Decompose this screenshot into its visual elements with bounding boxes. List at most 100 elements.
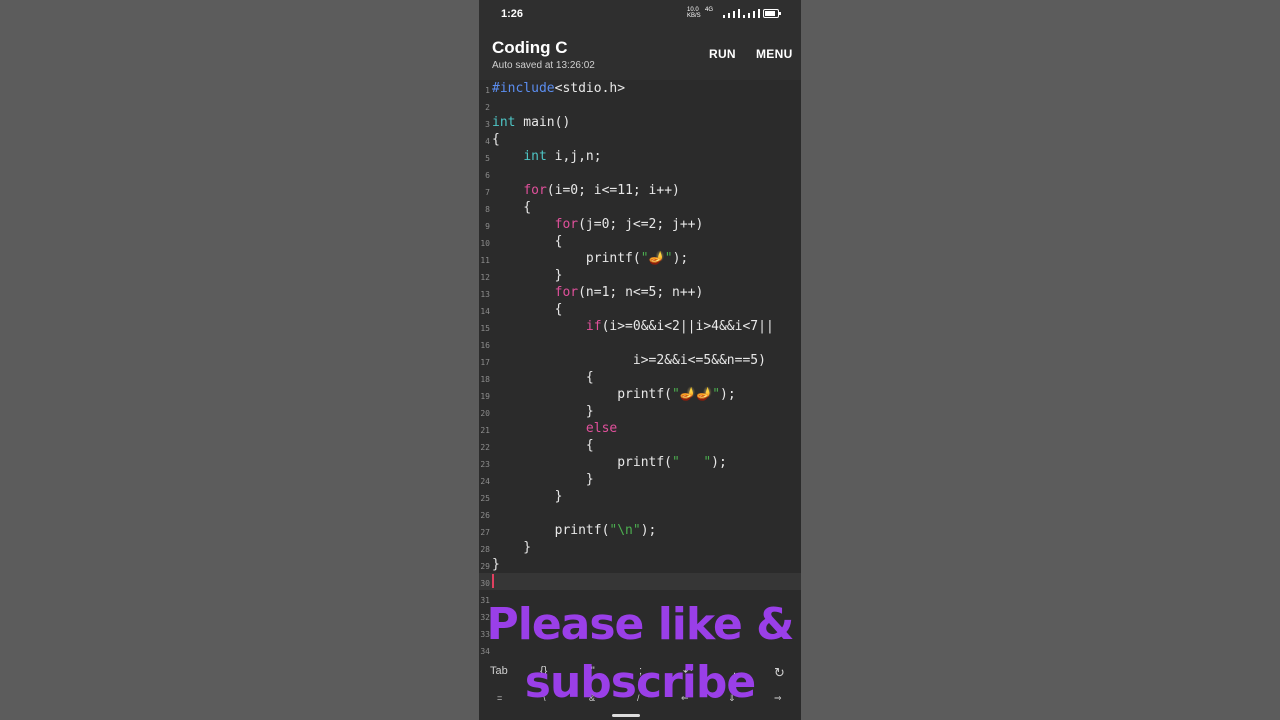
code-line[interactable]: 14 { — [479, 301, 801, 318]
line-number: 15 — [480, 324, 490, 333]
line-number: 12 — [480, 273, 490, 282]
code-line[interactable]: 10 { — [479, 233, 801, 250]
slash-key[interactable]: / — [637, 693, 640, 703]
quotes-key[interactable]: "" — [587, 665, 595, 677]
line-number: 18 — [480, 375, 490, 384]
gesture-handle — [612, 714, 640, 717]
code-token: ); — [711, 455, 727, 470]
code-token: printf( — [492, 523, 610, 538]
string-token: "\n" — [609, 523, 641, 538]
network-type: 4G — [705, 7, 714, 13]
code-token: printf( — [492, 387, 673, 402]
phone-screen: 1:26 10.0 KB/S 4G Coding C Auto saved at… — [479, 0, 801, 720]
undo-icon[interactable]: ↶ — [683, 665, 692, 678]
code-text: } — [492, 404, 594, 419]
type-token: int — [523, 149, 547, 164]
string-token: " " — [672, 455, 712, 470]
line-number: 17 — [480, 358, 490, 367]
code-token: (j=0; j<=2; j++) — [578, 217, 704, 232]
code-line[interactable]: 9 for(j=0; j<=2; j++) — [479, 216, 801, 233]
arrow-down-icon[interactable]: ⇓ — [728, 693, 736, 704]
code-line[interactable]: 24 } — [479, 471, 801, 488]
status-time: 1:26 — [501, 8, 524, 20]
code-line[interactable]: 2 — [479, 97, 801, 114]
code-line[interactable]: 28 } — [479, 539, 801, 556]
code-token: ); — [672, 251, 689, 266]
code-line[interactable]: 16 — [479, 335, 801, 352]
code-line[interactable]: 7 for(i=0; i<=11; i++) — [479, 182, 801, 199]
code-line[interactable]: 17 i>=2&&i<=5&&n==5) — [479, 352, 801, 369]
code-line[interactable]: 3 int main() — [479, 114, 801, 131]
code-line-current[interactable]: 30 — [479, 573, 801, 590]
code-line[interactable]: 21 else — [479, 420, 801, 437]
arrow-right-icon[interactable]: ⇒ — [774, 693, 782, 704]
string-token: " — [664, 251, 673, 266]
keyword-token: for — [554, 217, 579, 232]
line-number: 11 — [480, 256, 490, 265]
code-token: main() — [515, 115, 571, 130]
code-text: { — [492, 234, 563, 249]
code-text: } — [492, 268, 563, 283]
code-line[interactable]: 1 #include<stdio.h> — [479, 80, 801, 97]
code-line[interactable]: 15 if(i>=0&&i<2||i>4&&i<7|| — [479, 318, 801, 335]
line-number: 24 — [480, 477, 490, 486]
semicolon-key[interactable]: ; — [639, 665, 642, 677]
code-editor[interactable]: 1 #include<stdio.h> 2 3 int main() 4 { 5… — [479, 80, 801, 656]
menu-button[interactable]: MENU — [756, 47, 793, 61]
code-text: int i,j,n; — [492, 149, 601, 164]
equals-key[interactable]: = — [497, 693, 502, 703]
backslash-key[interactable]: \ — [543, 693, 546, 703]
line-number: 6 — [485, 171, 490, 180]
line-number: 14 — [480, 307, 490, 316]
line-number: 30 — [480, 579, 490, 588]
braces-key[interactable]: {} — [540, 665, 547, 677]
code-line[interactable]: 12 } — [479, 267, 801, 284]
code-line[interactable]: 13 for(n=1; n<=5; n++) — [479, 284, 801, 301]
code-line[interactable]: 33 — [479, 624, 801, 641]
code-line[interactable]: 26 — [479, 505, 801, 522]
comma-key[interactable]: , — [733, 665, 736, 677]
code-line[interactable]: 22 { — [479, 437, 801, 454]
code-line[interactable]: 23 printf(" "); — [479, 454, 801, 471]
code-line[interactable]: 19 printf("🪔🪔"); — [479, 386, 801, 403]
code-text: printf(" "); — [492, 455, 727, 470]
code-line[interactable]: 29 } — [479, 556, 801, 573]
keyword-token: for — [523, 183, 547, 198]
code-text: { — [492, 200, 532, 215]
code-token: (n=1; n<=5; n++) — [578, 285, 704, 300]
run-button[interactable]: RUN — [709, 47, 736, 61]
code-line[interactable]: 20 } — [479, 403, 801, 420]
code-line[interactable]: 5 int i,j,n; — [479, 148, 801, 165]
ampersand-key[interactable]: & — [589, 693, 595, 703]
code-text: if(i>=0&&i<2||i>4&&i<7|| — [492, 319, 774, 334]
code-text: for(n=1; n<=5; n++) — [492, 285, 704, 300]
tab-key[interactable]: Tab — [490, 665, 508, 677]
line-number: 25 — [480, 494, 490, 503]
line-number: 10 — [480, 239, 490, 248]
line-number: 16 — [480, 341, 490, 350]
line-number: 29 — [480, 562, 490, 571]
line-number: 19 — [480, 392, 490, 401]
redo-icon[interactable]: ↻ — [774, 665, 785, 681]
code-line[interactable]: 18 { — [479, 369, 801, 386]
code-line[interactable]: 31 — [479, 590, 801, 607]
code-line[interactable]: 11 printf("🪔"); — [479, 250, 801, 267]
arrow-left-icon[interactable]: ⇐ — [681, 693, 689, 704]
code-line[interactable]: 4 { — [479, 131, 801, 148]
app-bar: Coding C Auto saved at 13:26:02 RUN MENU — [479, 30, 801, 78]
line-number: 8 — [485, 205, 490, 214]
network-speed-unit: KB/S — [687, 13, 701, 19]
symbol-key-bar: Tab {} "" ; ↶ , ↻ = \ & / ⇐ ⇓ ⇒ — [479, 656, 801, 720]
code-line[interactable]: 32 — [479, 607, 801, 624]
code-text: int main() — [492, 115, 570, 130]
code-token: (i=0; i<=11; i++) — [546, 183, 680, 198]
code-token: ); — [720, 387, 736, 402]
code-text: else — [492, 421, 617, 436]
line-number: 20 — [480, 409, 490, 418]
line-number: 22 — [480, 443, 490, 452]
code-line[interactable]: 8 { — [479, 199, 801, 216]
keyword-token: else — [585, 421, 618, 436]
code-line[interactable]: 25 } — [479, 488, 801, 505]
code-line[interactable]: 6 — [479, 165, 801, 182]
code-line[interactable]: 27 printf("\n"); — [479, 522, 801, 539]
